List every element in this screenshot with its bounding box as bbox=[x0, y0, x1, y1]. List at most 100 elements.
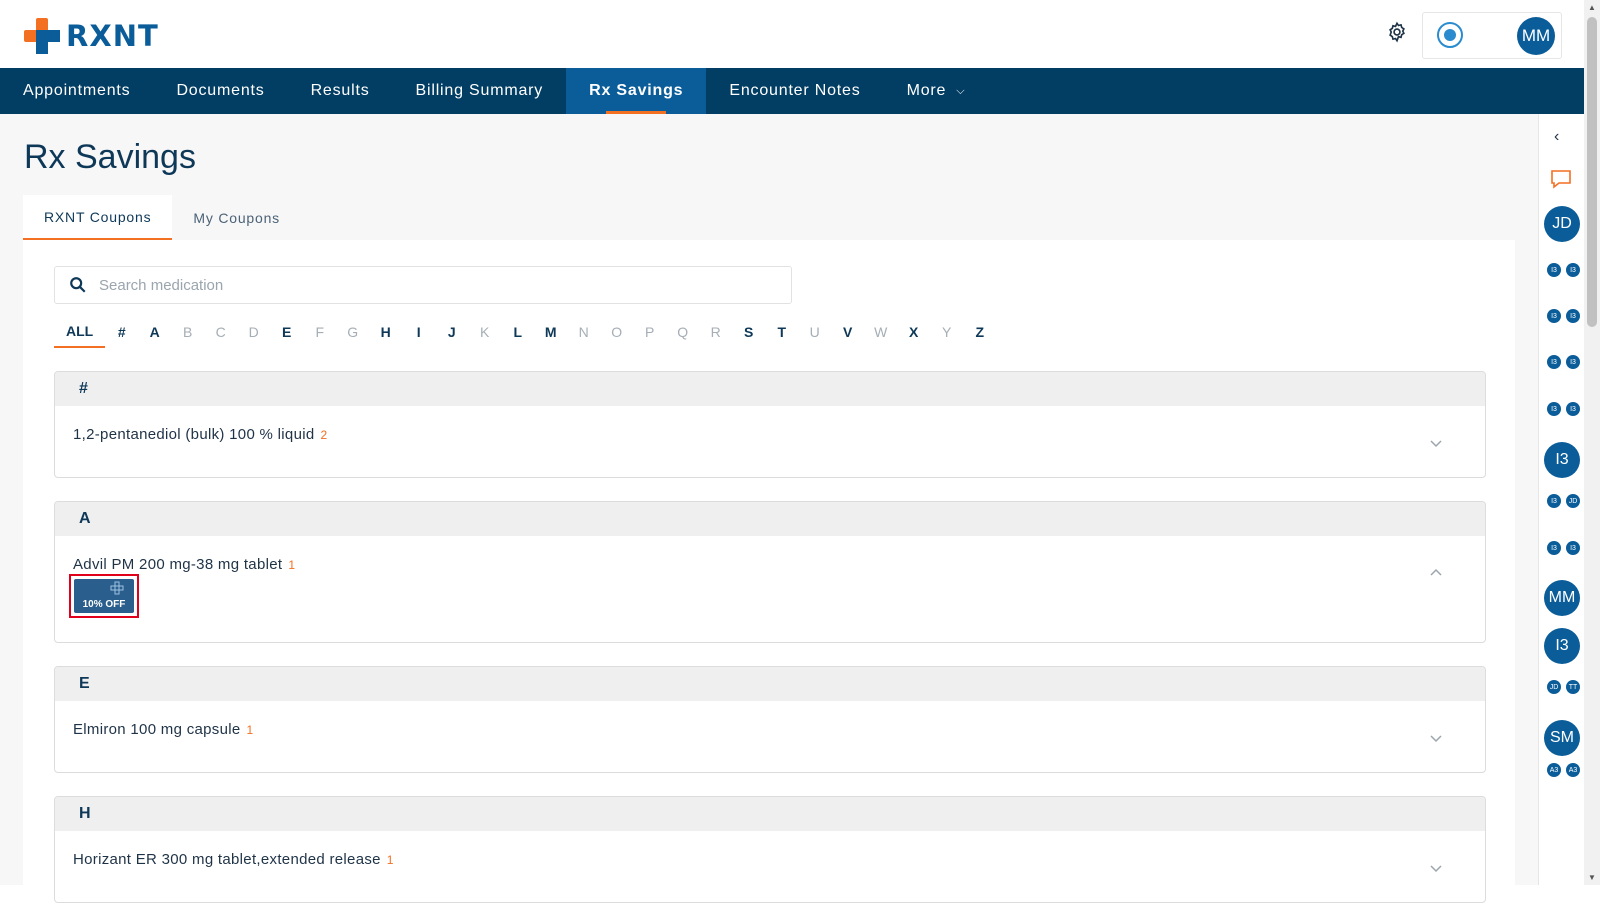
chevron-left-icon[interactable]: ‹ bbox=[1554, 128, 1559, 146]
group-h: H Horizant ER 300 mg tablet,extended rel… bbox=[54, 796, 1486, 903]
list-item[interactable]: Horizant ER 300 mg tablet,extended relea… bbox=[55, 831, 1485, 873]
letter-z[interactable]: Z bbox=[963, 316, 996, 348]
chevron-down-icon[interactable] bbox=[1429, 861, 1443, 875]
scroll-down-arrow-icon[interactable]: ▼ bbox=[1588, 873, 1596, 882]
avatar[interactable]: JD bbox=[1566, 494, 1580, 508]
coupon-count: 1 bbox=[288, 558, 296, 572]
brand-name: RXNT bbox=[66, 19, 159, 53]
avatar[interactable]: I3 bbox=[1547, 263, 1561, 277]
avatar[interactable]: I3 bbox=[1547, 309, 1561, 323]
avatar[interactable]: JD bbox=[1544, 206, 1580, 242]
search-icon bbox=[70, 277, 86, 293]
avatar[interactable]: I3 bbox=[1547, 355, 1561, 369]
coupon-count: 1 bbox=[386, 853, 394, 867]
nav-label: Documents bbox=[176, 82, 265, 99]
avatar[interactable]: I3 bbox=[1566, 355, 1580, 369]
user-avatar[interactable]: MM bbox=[1517, 17, 1555, 55]
nav-label: Billing Summary bbox=[415, 82, 544, 99]
gear-icon[interactable] bbox=[1386, 21, 1412, 47]
chevron-up-icon[interactable] bbox=[1429, 566, 1443, 580]
letter-w: W bbox=[874, 324, 888, 340]
avatar[interactable]: A3 bbox=[1566, 763, 1580, 777]
scrollbar-thumb[interactable] bbox=[1587, 17, 1597, 327]
list-item[interactable]: 1,2-pentanediol (bulk) 100 % liquid 2 bbox=[55, 406, 1485, 448]
avatar[interactable]: I3 bbox=[1547, 494, 1561, 508]
page-scrollbar[interactable]: ▲ ▼ bbox=[1584, 0, 1600, 885]
group-a: A Advil PM 200 mg-38 mg tablet 1 10% OFF bbox=[54, 501, 1486, 643]
coupons-panel: ALL # A B C D E F G H I J K L M N O P Q … bbox=[23, 240, 1515, 903]
nav-appointments[interactable]: Appointments bbox=[0, 68, 153, 114]
medication-name[interactable]: Advil PM 200 mg-38 mg tablet bbox=[73, 556, 282, 573]
nav-label: More bbox=[906, 82, 947, 99]
chevron-down-icon[interactable] bbox=[1429, 731, 1443, 745]
letter-e[interactable]: E bbox=[270, 316, 303, 348]
medication-name[interactable]: Elmiron 100 mg capsule bbox=[73, 721, 241, 738]
medication-name[interactable]: 1,2-pentanediol (bulk) 100 % liquid bbox=[73, 426, 314, 443]
letter-i[interactable]: I bbox=[402, 316, 435, 348]
letter-x[interactable]: X bbox=[897, 316, 930, 348]
letter-y: Y bbox=[942, 324, 952, 340]
letter-d: D bbox=[248, 324, 259, 340]
letter-t[interactable]: T bbox=[765, 316, 798, 348]
user-menu[interactable]: MM bbox=[1422, 12, 1562, 59]
avatar[interactable]: I3 bbox=[1566, 263, 1580, 277]
avatar[interactable]: TT bbox=[1566, 680, 1580, 694]
group-letter: H bbox=[55, 797, 1485, 831]
medication-name[interactable]: Horizant ER 300 mg tablet,extended relea… bbox=[73, 851, 381, 868]
letter-all[interactable]: ALL bbox=[54, 316, 106, 348]
coupon-card[interactable]: 10% OFF bbox=[69, 574, 139, 618]
chevron-down-icon[interactable] bbox=[1429, 436, 1443, 450]
letter-j[interactable]: J bbox=[435, 316, 468, 348]
letter-s[interactable]: S bbox=[732, 316, 765, 348]
letter-m[interactable]: M bbox=[534, 316, 567, 348]
nav-documents[interactable]: Documents bbox=[153, 68, 287, 114]
coupon-count: 2 bbox=[320, 428, 328, 442]
letter-c: C bbox=[215, 324, 226, 340]
group-letter: A bbox=[55, 502, 1485, 536]
avatar[interactable]: I3 bbox=[1566, 402, 1580, 416]
letter-h[interactable]: H bbox=[369, 316, 402, 348]
avatar[interactable]: SM bbox=[1544, 720, 1580, 756]
letter-a[interactable]: A bbox=[138, 316, 171, 348]
chat-icon[interactable] bbox=[1549, 168, 1573, 190]
nav-rx-savings[interactable]: Rx Savings bbox=[566, 68, 707, 114]
avatar[interactable]: JD bbox=[1547, 680, 1561, 694]
page-title: Rx Savings bbox=[24, 138, 196, 176]
nav-encounter-notes[interactable]: Encounter Notes bbox=[706, 68, 883, 114]
avatar[interactable]: I3 bbox=[1566, 541, 1580, 555]
avatar[interactable]: I3 bbox=[1544, 628, 1580, 664]
avatar[interactable]: I3 bbox=[1547, 541, 1561, 555]
letter-g: G bbox=[347, 324, 359, 340]
letter-v[interactable]: V bbox=[831, 316, 864, 348]
app-header: RXNT MM bbox=[0, 0, 1584, 68]
nav-billing-summary[interactable]: Billing Summary bbox=[393, 68, 567, 114]
search-input[interactable] bbox=[99, 276, 749, 294]
letter-hash[interactable]: # bbox=[105, 316, 138, 348]
avatar[interactable]: I3 bbox=[1544, 442, 1580, 478]
coupon-count: 1 bbox=[246, 723, 254, 737]
avatar[interactable]: I3 bbox=[1547, 402, 1561, 416]
nav-label: Encounter Notes bbox=[729, 82, 861, 99]
letter-u: U bbox=[809, 324, 820, 340]
avatar[interactable]: A3 bbox=[1547, 763, 1561, 777]
rxnt-logo[interactable]: RXNT bbox=[24, 18, 159, 54]
tab-rxnt-coupons[interactable]: RXNT Coupons bbox=[23, 195, 173, 240]
list-item[interactable]: Advil PM 200 mg-38 mg tablet 1 10% OFF bbox=[55, 536, 1485, 642]
nav-more[interactable]: More ⌵ bbox=[884, 68, 989, 114]
right-rail: ‹ JD I3 I3 I3 I3 I3 I3 I3 I3 I3 I3 JD I3… bbox=[1538, 114, 1584, 885]
scroll-up-arrow-icon[interactable]: ▲ bbox=[1588, 3, 1596, 12]
avatar[interactable]: I3 bbox=[1566, 309, 1580, 323]
letter-r: R bbox=[710, 324, 721, 340]
group-e: E Elmiron 100 mg capsule 1 bbox=[54, 666, 1486, 773]
nav-results[interactable]: Results bbox=[288, 68, 393, 114]
tab-my-coupons[interactable]: My Coupons bbox=[172, 195, 301, 240]
avatar[interactable]: MM bbox=[1544, 580, 1580, 616]
group-hash: # 1,2-pentanediol (bulk) 100 % liquid 2 bbox=[54, 371, 1486, 478]
main-nav: Appointments Documents Results Billing S… bbox=[0, 68, 1584, 114]
letter-o: O bbox=[611, 324, 623, 340]
list-item[interactable]: Elmiron 100 mg capsule 1 bbox=[55, 701, 1485, 743]
letter-l[interactable]: L bbox=[501, 316, 534, 348]
letter-p: P bbox=[645, 324, 655, 340]
coupon-discount: 10% OFF bbox=[82, 599, 126, 610]
search-box[interactable] bbox=[54, 266, 792, 304]
